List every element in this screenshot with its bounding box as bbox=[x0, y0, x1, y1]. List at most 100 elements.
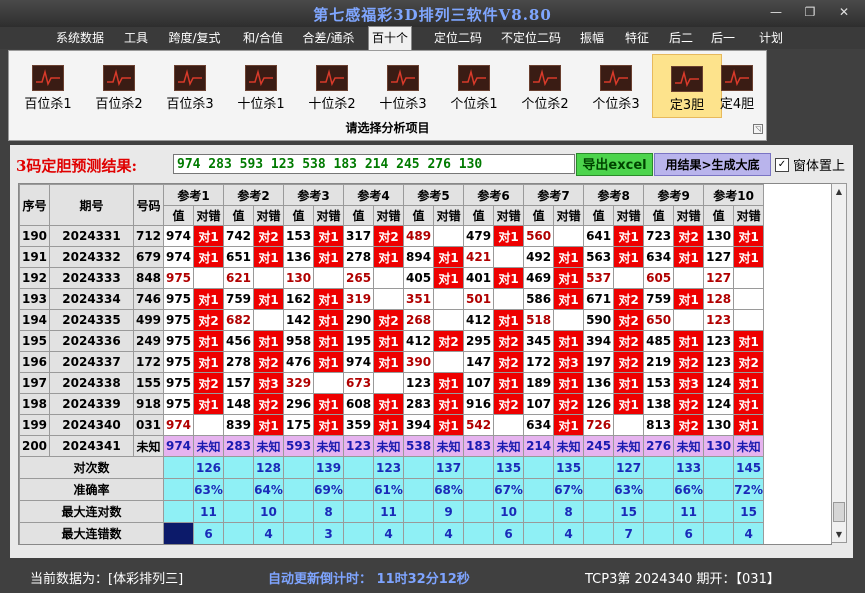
menu-item-9[interactable]: 特征 bbox=[619, 27, 655, 49]
result-field[interactable]: 974 283 593 123 538 183 214 245 276 130 bbox=[173, 154, 575, 174]
scroll-thumb[interactable] bbox=[833, 502, 845, 522]
ref-value-cell: 123 bbox=[703, 330, 735, 352]
ref-mark-cell: 对1 bbox=[553, 246, 585, 268]
column-header-col_number[interactable]: 号码 bbox=[133, 184, 164, 226]
table-row-pending[interactable]: 200 2024341 未知 974 未知 283 未知 593 未知 123 未知 538 未知 183… bbox=[19, 435, 765, 457]
ribbon-button-4[interactable]: 十位杀2 bbox=[297, 54, 367, 118]
ribbon-button-10[interactable]: 定4胆 bbox=[709, 54, 765, 118]
table-row[interactable]: 192 2024333 848 975 621 130 265 405 对1 401 对1 469 对1… bbox=[19, 267, 765, 289]
ref-mark-cell: 对2 bbox=[253, 225, 285, 247]
row-number: 848 bbox=[133, 267, 164, 289]
stats-spacer-cell bbox=[163, 456, 194, 479]
ref-mark-cell: 对1 bbox=[733, 330, 765, 352]
stats-spacer-cell bbox=[283, 500, 315, 523]
ref-header-3[interactable]: 参考3 bbox=[283, 184, 345, 206]
table-row[interactable]: 195 2024336 249 975 对1 456 对1 958 对1 195 对1 412 对2 29… bbox=[19, 330, 765, 352]
value-subheader: 值 bbox=[703, 205, 735, 226]
table-row[interactable]: 199 2024340 031 974 839 对1 175 对1 359 对1 394 对1 542 6… bbox=[19, 414, 765, 436]
ref-value-cell: 401 bbox=[463, 267, 495, 289]
minimize-button[interactable]: — bbox=[759, 3, 793, 21]
ref-mark-cell: 对1 bbox=[192, 330, 225, 352]
menu-item-10[interactable]: 后二 bbox=[664, 27, 698, 49]
ontop-checkbox[interactable]: ✓ bbox=[775, 157, 789, 172]
ref-mark-cell: 对1 bbox=[613, 372, 645, 394]
ref-value-cell: 723 bbox=[643, 225, 675, 247]
menu-item-7[interactable]: 不定位二码 bbox=[495, 27, 567, 49]
ribbon-button-2[interactable]: 百位杀3 bbox=[155, 54, 225, 118]
ref-header-10[interactable]: 参考10 bbox=[703, 184, 765, 206]
pending-mark-cell: 未知 bbox=[613, 435, 645, 457]
ref-value-cell: 136 bbox=[583, 372, 615, 394]
ref-mark-cell: 对1 bbox=[253, 330, 285, 352]
table-row[interactable]: 198 2024339 918 975 对1 148 对2 296 对1 608 对1 283 对1 91… bbox=[19, 393, 765, 415]
status-latest-draw: TCP3第 2024340 期开：【031】 bbox=[585, 572, 780, 587]
ribbon-button-5[interactable]: 十位杀3 bbox=[368, 54, 438, 118]
stats-spacer-cell bbox=[223, 522, 255, 544]
ref-header-2[interactable]: 参考2 bbox=[223, 184, 285, 206]
column-header-col_seq[interactable]: 序号 bbox=[19, 184, 50, 226]
scroll-up-icon[interactable]: ▲ bbox=[832, 184, 846, 199]
vertical-scrollbar[interactable]: ▲ ▼ bbox=[831, 183, 847, 543]
ref-header-9[interactable]: 参考9 bbox=[643, 184, 705, 206]
ref-header-7[interactable]: 参考7 bbox=[523, 184, 585, 206]
stats-spacer-cell bbox=[523, 522, 555, 544]
window-ontop-toggle[interactable]: ✓ 窗体置上 bbox=[775, 155, 845, 174]
ribbon-button-7[interactable]: 个位杀2 bbox=[510, 54, 580, 118]
ref-value-cell: 127 bbox=[703, 246, 735, 268]
ref-mark-cell: 对1 bbox=[192, 393, 225, 415]
ref-header-6[interactable]: 参考6 bbox=[463, 184, 525, 206]
ref-value-cell: 124 bbox=[703, 372, 735, 394]
ref-header-5[interactable]: 参考5 bbox=[403, 184, 465, 206]
ribbon-button-8[interactable]: 个位杀3 bbox=[581, 54, 651, 118]
table-row[interactable]: 196 2024337 172 975 对1 278 对2 476 对1 974 对1 390 147 对… bbox=[19, 351, 765, 373]
scroll-down-icon[interactable]: ▼ bbox=[832, 527, 846, 542]
menu-item-1[interactable]: 工具 bbox=[119, 27, 153, 49]
menu-item-5[interactable]: 百十个 bbox=[368, 26, 412, 51]
ref-mark-cell: 对1 bbox=[253, 288, 285, 310]
table-row[interactable]: 197 2024338 155 975 对2 157 对3 329 673 123 对1 107 对1 1… bbox=[19, 372, 765, 394]
menu-item-4[interactable]: 合差/通杀 bbox=[297, 27, 360, 49]
row-period: 2024338 bbox=[49, 372, 134, 394]
menu-item-8[interactable]: 振幅 bbox=[575, 27, 609, 49]
table-row[interactable]: 193 2024334 746 975 对1 759 对1 162 对1 319 351 501 586… bbox=[19, 288, 765, 310]
table-row[interactable]: 194 2024335 499 975 对2 682 142 对1 290 对2 268 412 对1 5… bbox=[19, 309, 765, 331]
ref-value-cell: 518 bbox=[523, 309, 555, 331]
ref-value-cell: 390 bbox=[403, 351, 435, 373]
generate-base-button[interactable]: 用结果>生成大底 bbox=[654, 153, 771, 176]
ribbon-button-0[interactable]: 百位杀1 bbox=[13, 54, 83, 118]
close-button[interactable]: ✕ bbox=[827, 3, 861, 21]
menu-item-11[interactable]: 后一 bbox=[706, 27, 740, 49]
ref-header-8[interactable]: 参考8 bbox=[583, 184, 645, 206]
menu-item-12[interactable]: 计划 bbox=[753, 27, 789, 49]
ref-value-cell: 345 bbox=[523, 330, 555, 352]
ref-header-4[interactable]: 参考4 bbox=[343, 184, 405, 206]
restore-button[interactable]: ❐ bbox=[793, 3, 827, 21]
table-row[interactable]: 191 2024332 679 974 对1 651 对1 136 对1 278 对1 894 对1 42… bbox=[19, 246, 765, 268]
ref-mark-cell: 对1 bbox=[673, 246, 705, 268]
ribbon-button-1[interactable]: 百位杀2 bbox=[84, 54, 154, 118]
ref-header-1[interactable]: 参考1 bbox=[162, 184, 225, 206]
row-seq: 198 bbox=[19, 393, 50, 415]
ref-value-cell: 153 bbox=[283, 225, 315, 247]
stats-spacer-cell bbox=[403, 478, 435, 501]
ref-value-cell: 123 bbox=[403, 372, 435, 394]
menu-item-0[interactable]: 系统数据 bbox=[50, 27, 110, 49]
ref-mark-cell bbox=[433, 351, 465, 373]
ref-mark-cell bbox=[433, 309, 465, 331]
stats-spacer-cell bbox=[643, 456, 675, 479]
row-number: 155 bbox=[133, 372, 164, 394]
ribbon-button-3[interactable]: 十位杀1 bbox=[226, 54, 296, 118]
expand-corner-icon[interactable]: ◹ bbox=[753, 124, 763, 134]
window-controls: — ❐ ✕ bbox=[759, 3, 861, 21]
column-header-col_period[interactable]: 期号 bbox=[49, 184, 134, 226]
export-excel-button[interactable]: 导出excel bbox=[576, 153, 653, 176]
pending-mark-cell: 未知 bbox=[733, 435, 765, 457]
menu-item-2[interactable]: 跨度/复式 bbox=[162, 27, 227, 49]
menu-item-6[interactable]: 定位二码 bbox=[428, 27, 488, 49]
ribbon-button-6[interactable]: 个位杀1 bbox=[439, 54, 509, 118]
stats-value-cell: 135 bbox=[553, 456, 585, 479]
table-row[interactable]: 190 2024331 712 974 对1 742 对2 153 对1 317 对2 489 479 对… bbox=[19, 225, 765, 247]
menu-item-3[interactable]: 和/合值 bbox=[237, 27, 289, 49]
prediction-value-cell: 130 bbox=[703, 435, 735, 457]
stats-spacer-cell bbox=[403, 500, 435, 523]
